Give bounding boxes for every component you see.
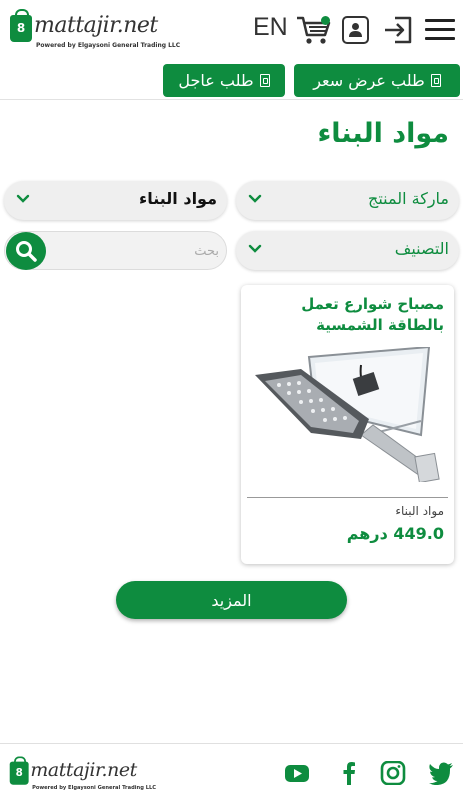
chevron-down-icon — [248, 244, 262, 253]
cart-badge — [321, 16, 330, 25]
logo-tagline: Powered by Elgaysoni General Trading LLC — [32, 784, 157, 791]
shopping-bag-icon: 8 — [9, 756, 29, 785]
category-select[interactable]: مواد البناء — [4, 181, 227, 220]
urgent-request-button[interactable]: طلب عاجل — [163, 64, 285, 97]
document-icon — [430, 74, 441, 87]
youtube-icon[interactable] — [284, 761, 310, 785]
urgent-request-label: طلب عاجل — [178, 71, 254, 90]
search-button[interactable] — [6, 232, 46, 270]
load-more-button[interactable]: المزيد — [116, 581, 347, 619]
product-price: 449.0 درهم — [346, 524, 444, 543]
shopping-bag-icon: 8 — [10, 9, 32, 42]
instagram-icon[interactable] — [380, 760, 406, 786]
facebook-icon[interactable] — [336, 761, 362, 785]
brand-select[interactable]: ماركة المنتج — [236, 181, 459, 220]
cart-icon[interactable] — [296, 14, 332, 46]
product-title: مصباح شوارع تعمل بالطاقة الشمسية — [301, 295, 444, 334]
menu-icon[interactable] — [425, 19, 455, 41]
product-image — [249, 345, 446, 484]
search-box — [4, 231, 227, 270]
logo-tagline: Powered by Elgaysoni General Trading LLC — [36, 42, 181, 49]
card-divider — [247, 497, 448, 498]
product-card[interactable]: مصباح شوارع تعمل بالطاقة الشمسية مواد ال… — [241, 285, 454, 564]
product-category: مواد البناء — [395, 504, 444, 518]
classification-select[interactable]: التصنيف — [236, 231, 459, 270]
twitter-icon[interactable] — [428, 761, 454, 786]
top-header: 8 mattajir.net Powered by Elgaysoni Gene… — [0, 0, 463, 100]
login-icon[interactable] — [383, 15, 413, 45]
search-icon — [16, 241, 37, 262]
user-icon[interactable] — [342, 16, 369, 44]
request-quote-button[interactable]: طلب عرض سعر — [294, 64, 460, 97]
logo-text: mattajir.net — [34, 13, 158, 38]
logo-text: mattajir.net — [30, 759, 137, 782]
search-input[interactable] — [49, 238, 219, 264]
page-title: مواد البناء — [317, 118, 449, 149]
site-logo[interactable]: 8 mattajir.net Powered by Elgaysoni Gene… — [8, 9, 180, 52]
language-toggle[interactable]: EN — [253, 13, 288, 42]
footer-logo[interactable]: 8 mattajir.net Powered by Elgaysoni Gene… — [8, 756, 156, 793]
footer: 8 mattajir.net Powered by Elgaysoni Gene… — [0, 743, 463, 800]
request-quote-label: طلب عرض سعر — [313, 71, 425, 90]
chevron-down-icon — [248, 194, 262, 203]
document-icon — [259, 74, 270, 87]
chevron-down-icon — [16, 194, 30, 203]
